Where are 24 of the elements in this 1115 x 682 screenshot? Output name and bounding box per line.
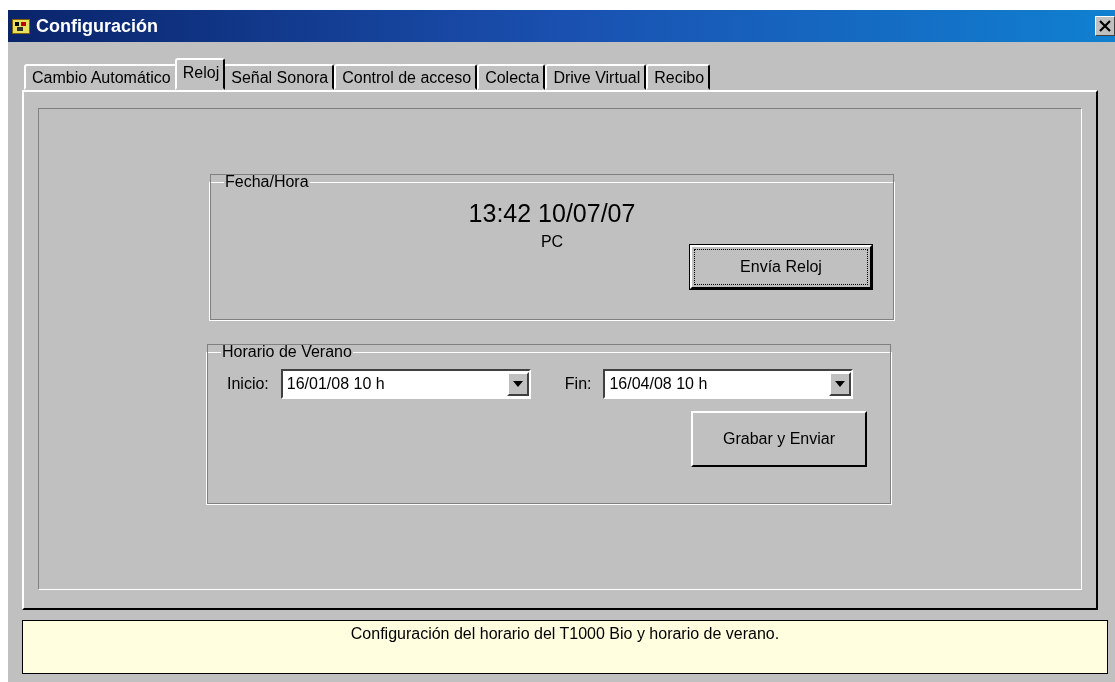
app-icon — [12, 18, 30, 34]
end-label: Fin: — [564, 375, 592, 393]
group-label: Horario de Verano — [221, 343, 353, 361]
end-dropdown[interactable]: 16/04/08 10 h — [603, 369, 854, 399]
tab[interactable]: Control de acceso — [334, 64, 478, 90]
close-button[interactable] — [1095, 16, 1115, 36]
tab[interactable]: Cambio Automático — [24, 64, 177, 90]
tab[interactable]: Señal Sonora — [223, 64, 335, 90]
dropdown-arrow-icon — [835, 381, 846, 387]
window-title: Configuración — [36, 15, 159, 37]
tab[interactable]: Reloj — [174, 58, 226, 90]
clock-source: PC — [539, 233, 565, 251]
send-clock-button[interactable]: Envía Reloj — [690, 245, 872, 289]
save-send-button[interactable]: Grabar y Enviar — [691, 411, 867, 467]
group-label: Fecha/Hora — [224, 173, 310, 191]
dropdown-arrow-icon — [512, 381, 523, 387]
tab[interactable]: Recibo — [646, 64, 711, 90]
clock-time: 13:42 10/07/07 — [467, 199, 637, 228]
tab[interactable]: Drive Virtual — [545, 64, 647, 90]
start-label: Inicio: — [227, 375, 269, 393]
close-icon — [1099, 20, 1111, 32]
status-bar: Configuración del horario del T1000 Bio y horario de verano. — [22, 620, 1108, 674]
tab[interactable]: Colecta — [477, 64, 546, 90]
start-dropdown[interactable]: 16/01/08 10 h — [280, 369, 531, 399]
